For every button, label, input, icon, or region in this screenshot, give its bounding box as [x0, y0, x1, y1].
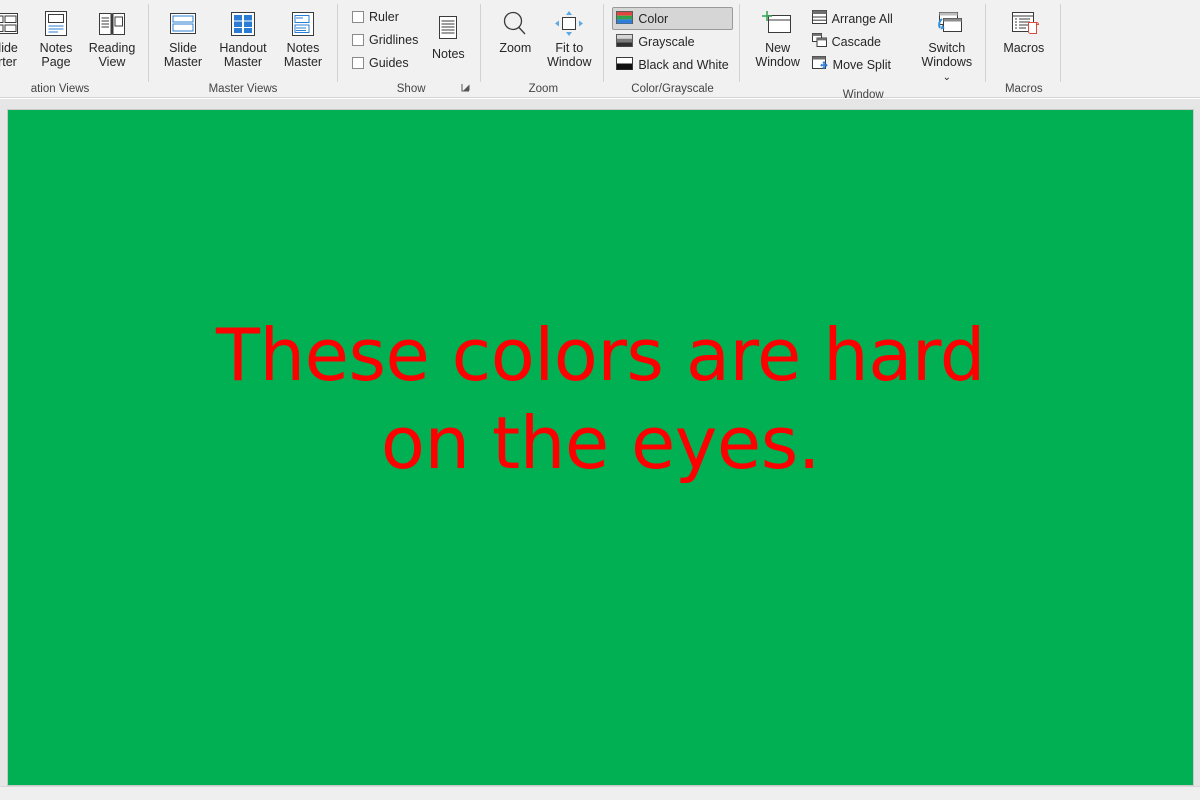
window-command-list: Arrange All Cascade Move Split	[808, 2, 897, 76]
slide-sorter-label-2: orter	[0, 55, 17, 69]
cascade-command[interactable]: Cascade	[808, 30, 897, 53]
slide-sorter-label-1: Slide	[0, 41, 18, 55]
move-split-label: Move Split	[832, 57, 892, 72]
ribbon-group-zoom: Zoom Fit to Window Zoom	[481, 0, 603, 98]
magnifier-icon	[500, 7, 530, 41]
macros-icon	[1008, 7, 1040, 41]
ruler-label: Ruler	[369, 9, 399, 24]
gridlines-label: Gridlines	[369, 32, 419, 47]
fit-to-window-label-1: Fit to	[555, 41, 584, 55]
arrange-all-label: Arrange All	[831, 11, 893, 26]
slide-master-label-1: Slide	[169, 41, 197, 55]
guides-label: Guides	[369, 55, 409, 70]
ribbon-group-label-presentation-views: ation Views	[30, 83, 90, 95]
guides-checkbox-row[interactable]: Guides	[348, 51, 422, 74]
ribbon: Slide orter Notes Page Reading View atio…	[0, 0, 1200, 101]
ribbon-group-macros: Macros Macros	[986, 0, 1060, 98]
ribbon-group-label-master-views: Master Views	[208, 83, 278, 95]
reading-view-label-2: View	[98, 55, 126, 69]
zoom-button[interactable]: Zoom	[489, 2, 541, 76]
arrange-all-icon	[811, 10, 827, 27]
group-separator	[1059, 4, 1061, 82]
switch-windows-icon	[929, 7, 965, 41]
reading-view-icon	[97, 7, 127, 41]
switch-windows-label-2: Windows ⌄	[916, 55, 978, 85]
notes-page-label-2: Page	[41, 55, 71, 69]
ruler-checkbox-row[interactable]: Ruler	[348, 5, 422, 28]
cascade-icon	[811, 33, 827, 50]
handout-master-label-1: Handout	[219, 41, 267, 55]
move-split-icon	[811, 56, 828, 73]
color-mode-list: Color Grayscale Black and White	[612, 2, 733, 76]
grayscale-swatch-icon	[616, 33, 634, 50]
notes-page-icon	[43, 7, 69, 41]
arrange-all-command[interactable]: Arrange All	[808, 7, 897, 30]
notes-page-button[interactable]: Notes Page	[30, 2, 82, 76]
ribbon-group-presentation-views: Slide orter Notes Page Reading View atio…	[0, 0, 148, 98]
notes-master-label-1: Notes	[286, 41, 320, 55]
notes-master-button[interactable]: Notes Master	[275, 2, 331, 76]
switch-windows-label-2-text: Windows	[921, 55, 973, 69]
slide-title-textbox[interactable]: These colors are hard on the eyes.	[8, 110, 1193, 737]
slide-master-button[interactable]: Slide Master	[155, 2, 211, 76]
zoom-label-1: Zoom	[499, 41, 532, 55]
new-window-icon	[761, 7, 795, 41]
color-option[interactable]: Color	[612, 7, 733, 30]
new-window-label-2: Window	[755, 55, 800, 69]
cascade-label: Cascade	[831, 34, 881, 49]
slide-stage: These colors are hard on the eyes.	[0, 99, 1200, 800]
ribbon-group-label-show: Show	[348, 80, 474, 98]
macros-label-1: Macros	[1003, 41, 1045, 55]
move-split-command[interactable]: Move Split	[808, 53, 897, 76]
handout-master-button[interactable]: Handout Master	[211, 2, 275, 76]
ribbon-group-window: New Window Arrange All Cascade Move Spli…	[740, 0, 985, 101]
grayscale-option[interactable]: Grayscale	[612, 30, 732, 53]
slide-sorter-button[interactable]: Slide orter	[0, 2, 30, 76]
slide-master-icon	[168, 7, 198, 41]
status-bar	[0, 786, 1200, 800]
switch-windows-button[interactable]: Switch Windows ⌄	[915, 2, 979, 86]
fit-to-window-button[interactable]: Fit to Window	[541, 2, 597, 76]
ribbon-group-label-color-grayscale: Color/Grayscale	[631, 83, 714, 95]
notes-icon	[435, 13, 461, 47]
black-and-white-option-label: Black and White	[638, 57, 729, 72]
reading-view-button[interactable]: Reading View	[82, 2, 142, 76]
show-checkbox-list: Ruler Gridlines Guides	[348, 2, 422, 74]
color-option-label: Color	[638, 11, 669, 26]
macros-button[interactable]: Macros	[994, 2, 1054, 76]
notes-master-icon	[289, 7, 317, 41]
notes-page-label-1: Notes	[39, 41, 73, 55]
show-dialog-launcher-icon[interactable]	[460, 82, 472, 94]
fit-to-window-label-2: Window	[547, 55, 592, 69]
handout-master-label-2: Master	[223, 55, 263, 69]
show-label-text: Show	[396, 83, 426, 95]
grayscale-option-label: Grayscale	[638, 34, 695, 49]
slide-master-label-2: Master	[163, 55, 203, 69]
guides-checkbox[interactable]	[352, 56, 364, 69]
ribbon-group-label-macros: Macros	[1004, 83, 1043, 95]
ruler-checkbox[interactable]	[352, 10, 364, 23]
gridlines-checkbox-row[interactable]: Gridlines	[348, 28, 422, 51]
blackwhite-swatch-icon	[616, 56, 634, 73]
reading-view-label-1: Reading	[88, 41, 136, 55]
notes-master-label-2: Master	[283, 55, 323, 69]
black-and-white-option[interactable]: Black and White	[612, 53, 732, 76]
slide-canvas[interactable]: These colors are hard on the eyes.	[8, 110, 1193, 785]
fit-to-window-icon	[553, 7, 585, 41]
ribbon-group-color-grayscale: Color Grayscale Black and White Color/Gr…	[604, 0, 738, 98]
ribbon-group-show: Ruler Gridlines Guides Notes Show	[338, 0, 480, 98]
gridlines-checkbox[interactable]	[352, 33, 364, 46]
slide-sorter-icon	[0, 7, 19, 41]
handout-master-icon	[228, 7, 258, 41]
new-window-button[interactable]: New Window	[748, 2, 808, 76]
ribbon-group-master-views: Slide Master Handout Master Notes Master…	[149, 0, 337, 98]
notes-button[interactable]: Notes	[422, 2, 474, 76]
new-window-label-1: New	[765, 41, 791, 55]
switch-windows-label-1: Switch	[928, 41, 966, 55]
ribbon-group-label-zoom: Zoom	[528, 83, 559, 95]
color-swatch-icon	[616, 10, 634, 27]
chevron-down-icon[interactable]: ⌄	[943, 72, 951, 83]
notes-label-1: Notes	[432, 47, 465, 61]
